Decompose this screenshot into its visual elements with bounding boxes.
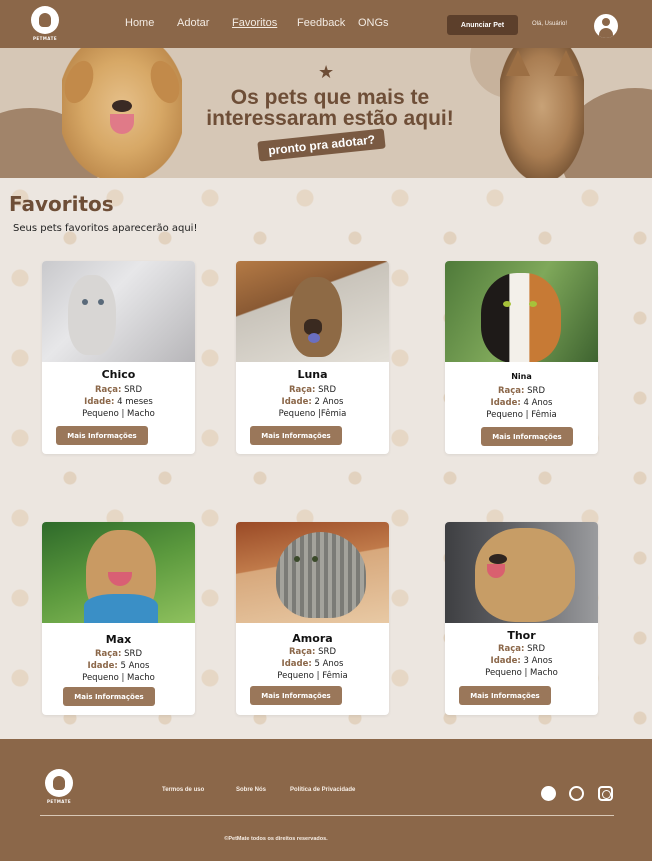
more-info-button[interactable]: Mais Informações [63, 687, 155, 706]
pet-photo [445, 261, 598, 362]
pet-name: Amora [292, 632, 333, 645]
more-info-button[interactable]: Mais Informações [250, 426, 342, 445]
pet-breed: Raça: SRD [288, 647, 337, 657]
pet-details: Pequeno | Macho [485, 668, 558, 678]
pet-photo [42, 522, 195, 623]
more-info-button[interactable]: Mais Informações [250, 686, 342, 705]
page-subtitle: Seus pets favoritos aparecerão aqui! [13, 223, 198, 234]
pet-breed: Raça: SRD [94, 385, 143, 395]
more-info-button[interactable]: Mais Informações [459, 686, 551, 705]
dog-logo-icon [31, 6, 59, 34]
pet-breed: Raça: SRD [497, 644, 546, 654]
pet-photo [445, 522, 598, 623]
pet-photo [236, 522, 389, 623]
pet-photo [236, 261, 389, 362]
cat-photo [500, 48, 584, 178]
dog-logo-icon [45, 769, 73, 797]
pet-name: Nina [511, 372, 532, 381]
pet-card[interactable]: Chico Raça: SRD Idade: 4 meses Pequeno |… [42, 261, 195, 454]
instagram-icon[interactable] [598, 786, 613, 801]
pet-name: Chico [101, 368, 136, 381]
petmate-logo[interactable]: PETMATE [28, 6, 62, 46]
pet-age: Idade: 4 meses [84, 397, 153, 407]
nav-favoritos[interactable]: Favoritos [232, 17, 277, 29]
nav-feedback[interactable]: Feedback [297, 17, 345, 29]
more-info-button[interactable]: Mais Informações [56, 426, 148, 445]
pet-details: Pequeno | Fêmia [486, 410, 557, 420]
pet-photo [42, 261, 195, 362]
logo-brand-text: PETMATE [32, 36, 58, 41]
pet-age: Idade: 5 Anos [281, 659, 344, 669]
pet-details: Pequeno |Fêmia [278, 409, 347, 419]
star-icon: ★ [318, 62, 335, 83]
announce-pet-button[interactable]: Anunciar Pet [447, 15, 518, 35]
footer-link-about[interactable]: Sobre Nós [236, 787, 266, 793]
more-info-button[interactable]: Mais Informações [481, 427, 573, 446]
pet-age: Idade: 5 Anos [87, 661, 150, 671]
nav-adotar[interactable]: Adotar [177, 17, 209, 29]
dog-photo [59, 48, 185, 178]
pet-breed: Raça: SRD [288, 385, 337, 395]
footer-link-terms[interactable]: Termos de uso [162, 787, 204, 793]
footer: PETMATE Termos de uso Sobre Nós Política… [0, 739, 652, 861]
banner-title: Os pets que mais te interessaram estão a… [206, 86, 454, 130]
footer-logo[interactable]: PETMATE [44, 769, 74, 804]
pet-details: Pequeno | Fêmia [277, 671, 348, 681]
pet-name: Luna [297, 368, 328, 381]
pet-age: Idade: 4 Anos [490, 398, 553, 408]
pet-card[interactable]: Luna Raça: SRD Idade: 2 Anos Pequeno |Fê… [236, 261, 389, 454]
footer-link-privacy[interactable]: Política de Privacidade [290, 787, 355, 793]
pet-name: Thor [507, 629, 536, 642]
user-greeting: Olá, Usuário! [532, 21, 568, 27]
copyright-text: ©PetMate todos os direitos reservados. [224, 836, 328, 842]
footer-brand-text: PETMATE [46, 799, 72, 804]
whatsapp-icon[interactable] [569, 786, 584, 801]
pet-name: Max [105, 633, 132, 646]
user-avatar-icon[interactable] [594, 14, 618, 38]
pet-card[interactable]: Max Raça: SRD Idade: 5 Anos Pequeno | Ma… [42, 522, 195, 715]
pet-age: Idade: 2 Anos [281, 397, 344, 407]
pet-details: Pequeno | Macho [82, 673, 155, 683]
page-title: Favoritos [9, 192, 114, 216]
top-navbar: PETMATE Home Adotar Favoritos Feedback O… [0, 0, 652, 48]
pet-card[interactable]: Thor Raça: SRD Idade: 3 Anos Pequeno | M… [445, 522, 598, 715]
pet-breed: Raça: SRD [497, 386, 546, 396]
pet-details: Pequeno | Macho [82, 409, 155, 419]
facebook-icon[interactable] [541, 786, 556, 801]
pet-card[interactable]: Nina Raça: SRD Idade: 4 Anos Pequeno | F… [445, 261, 598, 454]
nav-ongs[interactable]: ONGs [358, 17, 389, 29]
nav-home[interactable]: Home [125, 17, 154, 29]
pet-age: Idade: 3 Anos [490, 656, 553, 666]
footer-divider [40, 815, 614, 816]
pet-breed: Raça: SRD [94, 649, 143, 659]
pet-card[interactable]: Amora Raça: SRD Idade: 5 Anos Pequeno | … [236, 522, 389, 715]
